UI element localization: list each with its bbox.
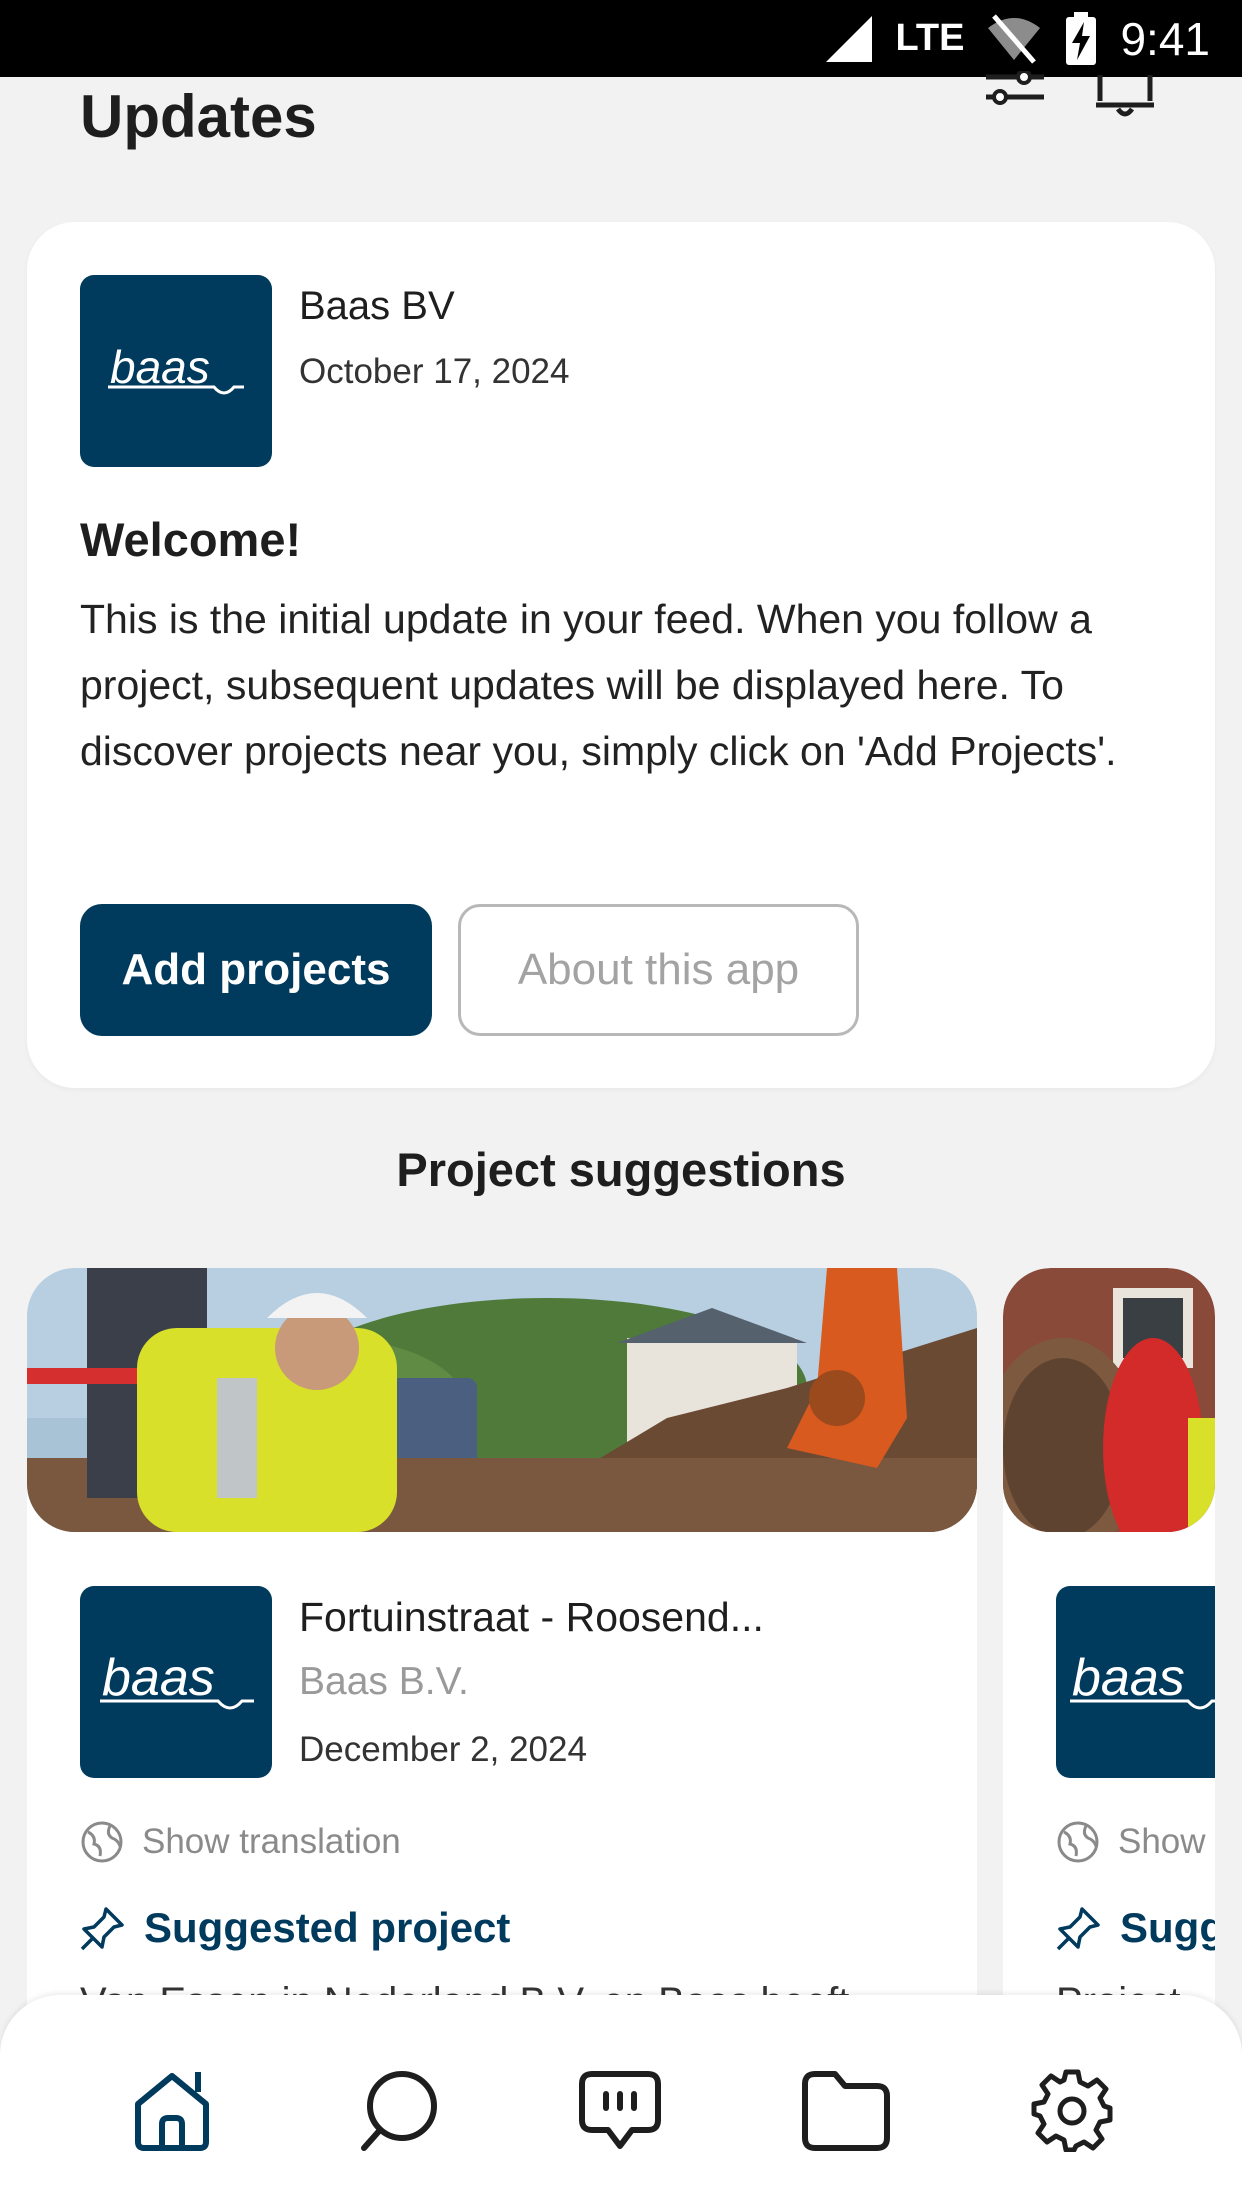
- suggested-project-tag: Suggested project: [80, 1904, 510, 1952]
- project-photo: [27, 1268, 977, 1532]
- page-title: Updates: [80, 83, 317, 150]
- welcome-title: Welcome!: [80, 513, 302, 566]
- clock: 9:41: [1120, 12, 1210, 65]
- filter-icon[interactable]: [982, 69, 1052, 126]
- search-icon: [361, 2071, 437, 2151]
- nav-messages[interactable]: [570, 2060, 670, 2160]
- nav-home[interactable]: [122, 2060, 222, 2160]
- wifi-off-icon: [988, 13, 1041, 64]
- bottom-navigation: [0, 1995, 1242, 2208]
- status-bar: LTE 9:41: [0, 0, 1242, 77]
- pin-icon: [1056, 1907, 1100, 1951]
- organization-name: Baas BV: [299, 284, 455, 328]
- notification-bell-icon[interactable]: [1090, 71, 1160, 126]
- folder-icon: [802, 2071, 890, 2151]
- project-suggestions-title: Project suggestions: [396, 1143, 846, 1196]
- gear-icon: [1031, 2069, 1113, 2152]
- globe-icon: [81, 1821, 123, 1863]
- welcome-body: This is the initial update in your feed.…: [80, 596, 1117, 774]
- show-translation-link[interactable]: Show translation: [80, 1820, 401, 1864]
- pin-icon: [80, 1907, 124, 1951]
- svg-text:baas: baas: [102, 1649, 215, 1707]
- globe-icon: [1057, 1821, 1099, 1863]
- battery-charging-icon: [1066, 11, 1097, 65]
- add-projects-button[interactable]: Add projects: [80, 904, 432, 1036]
- about-app-button[interactable]: About this app: [458, 904, 859, 1036]
- project-organization: Baas B.V.: [299, 1660, 469, 1703]
- suggested-project-label: Suggested project: [144, 1904, 511, 1951]
- svg-text:baas: baas: [110, 341, 210, 393]
- suggested-project-tag-2: Sugg: [1056, 1904, 1215, 1952]
- show-translation-label-2: Show: [1118, 1822, 1206, 1861]
- organization-logo: baas: [80, 275, 272, 467]
- suggested-project-label-2: Sugg: [1120, 1904, 1215, 1951]
- signal-icon: [825, 15, 872, 62]
- project-organization-logo-2: baas: [1056, 1586, 1215, 1778]
- welcome-update-card: baas Baas BV October 17, 2024 Welcome! T…: [27, 222, 1215, 1088]
- project-organization-logo: baas: [80, 1586, 272, 1778]
- network-type: LTE: [895, 17, 965, 59]
- svg-text:baas: baas: [1072, 1649, 1185, 1707]
- show-translation-link-2[interactable]: Show: [1056, 1820, 1206, 1864]
- update-date: October 17, 2024: [299, 352, 570, 391]
- header: Updates: [0, 69, 1242, 187]
- show-translation-label: Show translation: [142, 1822, 401, 1861]
- home-icon: [135, 2072, 209, 2151]
- project-title: Fortuinstraat - Roosend...: [299, 1594, 764, 1640]
- chat-icon: [579, 2071, 661, 2149]
- project-suggestion-card[interactable]: baas Fortuinstraat - Roosend... Baas B.V…: [27, 1268, 977, 2008]
- project-date: December 2, 2024: [299, 1730, 587, 1769]
- project-suggestion-card-2[interactable]: baas Show Sugg Project...: [1003, 1268, 1215, 2008]
- nav-projects[interactable]: [796, 2060, 896, 2160]
- nav-settings[interactable]: [1022, 2060, 1122, 2160]
- project-photo-2: [1003, 1268, 1215, 1532]
- nav-search[interactable]: [348, 2060, 448, 2160]
